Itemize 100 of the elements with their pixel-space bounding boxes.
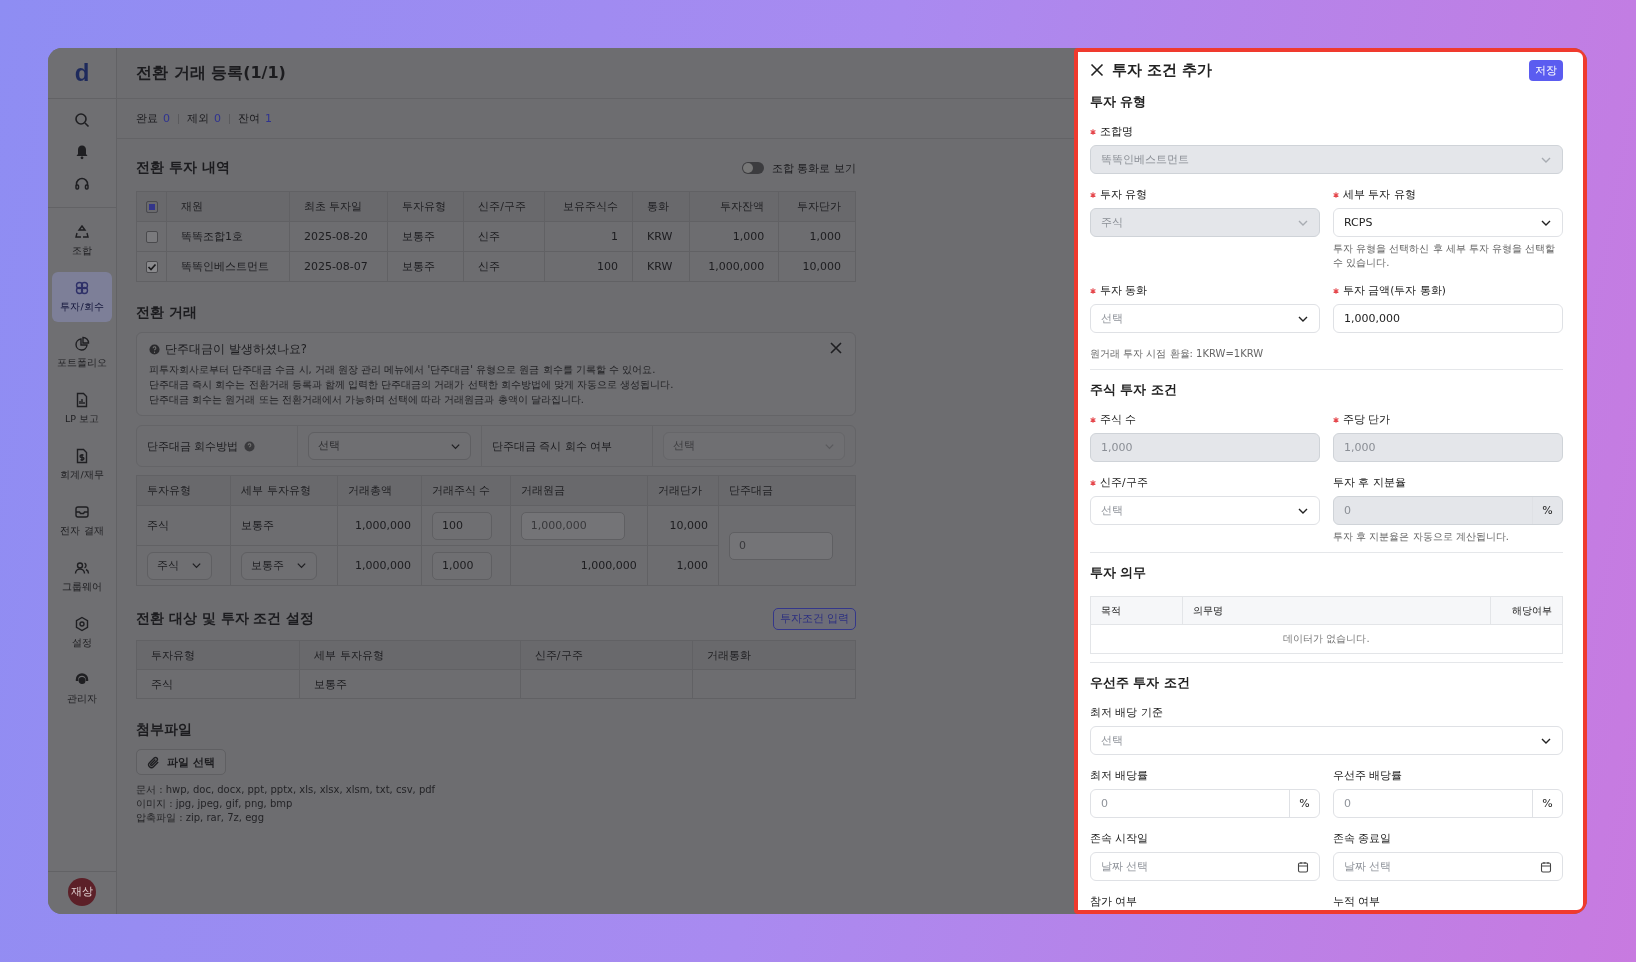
file-type-hint: 이미지 : jpg, jpeg, gif, png, bmp [136, 797, 294, 811]
close-icon[interactable] [1090, 63, 1104, 77]
select-field[interactable]: 보통주 [241, 551, 318, 580]
column-header: 신주/구주 [534, 648, 583, 662]
section-title: 전환 거래 [136, 304, 198, 322]
enter-conditions-button[interactable]: 투자조건 입력 [772, 608, 856, 630]
column-header: 보유주식수 [562, 200, 618, 213]
field-label: 최저 배당 기준 [1090, 706, 1163, 720]
table-cell: 신주 [478, 230, 501, 243]
table-cell: 신주 [478, 260, 501, 273]
field-label: 신주/구주 [1100, 476, 1148, 490]
help-icon [149, 344, 160, 355]
input-field: 1,000,000 [520, 511, 625, 540]
field-label: 누적 여부 [1333, 895, 1381, 909]
select-all-checkbox[interactable] [145, 201, 158, 213]
table-cell: 보통주 [314, 677, 348, 691]
settings-icon [74, 616, 90, 632]
row-checkbox[interactable] [145, 261, 158, 273]
unit-label: % [1532, 790, 1562, 817]
column-header: 투자유형 [147, 484, 191, 497]
nav-item[interactable]: 관리자 [52, 664, 112, 714]
nav-item[interactable]: 전자 결재 [52, 496, 112, 546]
field-label: 투자 동화 [1100, 284, 1148, 298]
file-select-button[interactable]: 파일 선택 [136, 749, 226, 775]
select-field[interactable]: 선택 [1090, 304, 1320, 333]
calendar-icon [1540, 860, 1552, 873]
column-header: 최초 투자일 [303, 200, 363, 213]
column-header: 통화 [646, 200, 669, 213]
input-field[interactable]: 100 [431, 511, 492, 540]
column-header: 해당여부 [1512, 604, 1552, 616]
notice-text: 단주대금 회수는 원거래 또는 전환거래에서 가능하며 선택에 따라 거래원금과 총액이 달라집니다. [149, 393, 585, 407]
field-label: 참가 여부 [1090, 895, 1138, 909]
field-label: 주당 단가 [1343, 413, 1391, 427]
paperclip-icon [147, 755, 160, 769]
input-field[interactable]: 0 [1101, 797, 1289, 810]
input-field[interactable]: 1,000 [431, 551, 492, 580]
table-cell: 2025-08-20 [303, 230, 368, 243]
field-label: 단주대금 회수방법 [147, 438, 239, 454]
field-label: 최저 배당률 [1090, 769, 1149, 783]
nav-item[interactable]: LP 보고 [52, 384, 112, 434]
column-header: 재원 [181, 200, 203, 213]
select-field[interactable]: 선택 [308, 432, 471, 460]
nav-item[interactable]: 회계/재무 [52, 440, 112, 490]
date-field[interactable]: 날짜 선택 [1333, 852, 1563, 881]
column-header: 거래총액 [347, 484, 392, 497]
unit-label: % [1289, 790, 1319, 817]
table-cell: 10,000 [669, 519, 708, 532]
select-field[interactable]: 주식 [147, 551, 212, 580]
column-header: 단주대금 [728, 484, 773, 497]
column-header: 세부 투자유형 [314, 648, 384, 662]
column-header: 투자단가 [797, 200, 841, 213]
toggle-label: 조합 통화로 보기 [772, 160, 856, 176]
table-cell: 1,000 [732, 230, 765, 243]
chevron-icon [191, 560, 202, 571]
table-cell: 10,000 [802, 260, 841, 273]
section-title: 투자 의무 [1090, 565, 1148, 582]
nav-item[interactable]: 투자/회수 [52, 272, 112, 322]
table-cell: KRW [646, 230, 673, 243]
column-header: 거래주식 수 [431, 484, 491, 497]
page-title: 전환 거래 등록(1/1) [136, 62, 286, 84]
section-title: 첨부파일 [136, 721, 193, 739]
field-label: 단주대금 즉시 회수 여부 [492, 438, 613, 454]
table-cell: 1,000,000 [354, 559, 411, 572]
stat-count: 1 [265, 112, 272, 125]
section-title: 우선주 투자 조건 [1090, 675, 1191, 692]
nav-item[interactable]: 포트폴리오 [52, 328, 112, 378]
pie-chart-icon [74, 336, 90, 352]
nav-item[interactable]: 설정 [52, 608, 112, 658]
toggle-switch[interactable] [742, 162, 764, 174]
help-text: 투자 후 지분율은 자동으로 계산됩니다. [1333, 530, 1510, 544]
table-cell: 1,000,000 [580, 559, 637, 572]
save-button[interactable]: 저장 [1529, 59, 1563, 81]
select-field[interactable]: RCPS [1333, 208, 1563, 237]
table-cell: 1,000 [809, 230, 841, 243]
row-checkbox[interactable] [145, 231, 158, 243]
column-header: 거래단가 [657, 484, 702, 497]
nav-item[interactable]: 그룹웨어 [52, 552, 112, 602]
date-field[interactable]: 날짜 선택 [1090, 852, 1320, 881]
column-header: 거래통화 [706, 648, 751, 662]
input-field[interactable]: 0 [728, 531, 833, 560]
field-label: 존속 종료일 [1333, 832, 1392, 846]
notice-text: 피투자회사로부터 단주대금 수금 시, 거래 원장 관리 메뉴에서 '단주대금' 유형으로 원금 회수를 기록할 수 있어요. [149, 363, 657, 377]
empty-message: 데이터가 없습니다. [1283, 633, 1370, 644]
field-label: 세부 투자 유형 [1343, 188, 1416, 202]
chevron-icon [296, 560, 308, 571]
notice-text: 단주대금 즉시 회수는 전환거래 등록과 함께 입력한 단주대금의 거래가 선택한 회수방법에 맞게 자동으로 생성됩니다. [149, 378, 675, 392]
table-cell: 1,000,000 [708, 260, 765, 273]
nav-item[interactable]: 조합 [52, 216, 112, 266]
logo[interactable]: d [48, 48, 116, 99]
select-field[interactable]: 선택 [1090, 726, 1563, 755]
table-cell: 100 [596, 260, 618, 273]
user-avatar[interactable]: 재상 [68, 878, 96, 906]
stat-label: 제외 [187, 111, 209, 126]
column-header: 세부 투자유형 [241, 484, 311, 497]
file-type-hint: 문서 : hwp, doc, docx, ppt, pptx, xls, xlsx, xlsm, txt, csv, pdf [136, 783, 437, 797]
stat-count: 0 [163, 112, 170, 125]
select-field[interactable]: 선택 [1090, 496, 1320, 525]
input-field[interactable]: 0 [1344, 797, 1532, 810]
calendar-icon [1297, 860, 1309, 873]
field-label: 투자 유형 [1100, 188, 1148, 202]
